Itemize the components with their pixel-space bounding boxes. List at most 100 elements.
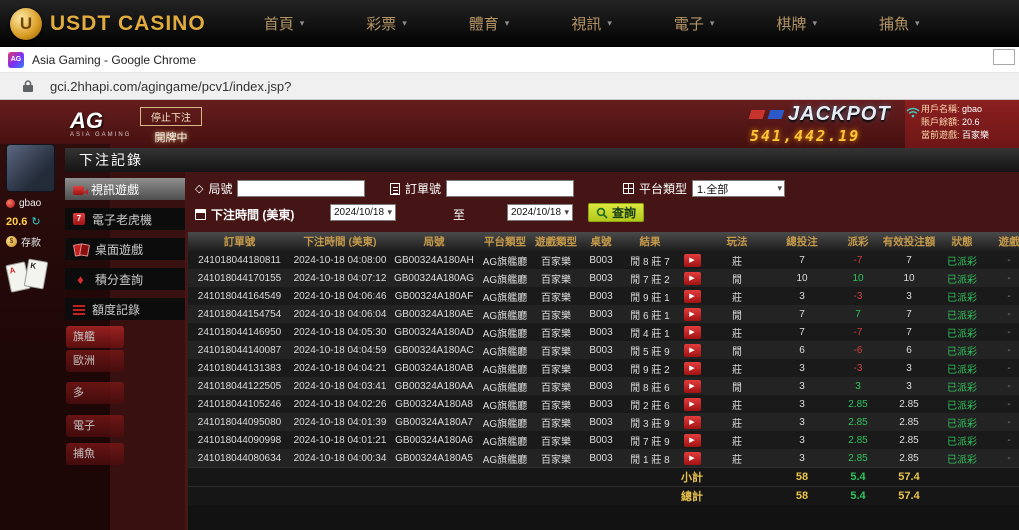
nav-item-1[interactable]: 彩票▾ bbox=[366, 13, 407, 34]
nav-item-5[interactable]: 棋牌▾ bbox=[776, 13, 817, 34]
cell-time: 2024-10-18 04:00:34 bbox=[291, 453, 389, 464]
avatar[interactable] bbox=[6, 144, 55, 192]
records-content: ◇ 局號 訂單號 平台類型 1 bbox=[185, 172, 1019, 530]
cell-order: 241018044080634 bbox=[188, 453, 291, 464]
date-from-picker[interactable]: 2024/10/18 ▾ bbox=[330, 204, 396, 221]
cell-table_no: B003 bbox=[581, 381, 621, 392]
table-total-row: 總計585.457.4 bbox=[188, 486, 1019, 505]
order-number-input[interactable] bbox=[446, 180, 574, 197]
cell-result: 閒 7 莊 2 bbox=[621, 271, 679, 286]
replay-button[interactable]: ▶ bbox=[684, 416, 701, 429]
cell-game: 百家樂 bbox=[531, 271, 581, 286]
cell-order: 241018044122505 bbox=[188, 381, 291, 392]
cell-round: GB00324A180AB bbox=[389, 363, 479, 374]
stop-betting-label: 停止下注 bbox=[140, 107, 202, 126]
replay-button[interactable]: ▶ bbox=[684, 362, 701, 375]
cell-extra: - bbox=[987, 363, 1019, 374]
chevron-down-icon: ▾ bbox=[710, 18, 715, 29]
col-header-4: 遊戲類型 bbox=[531, 234, 581, 249]
cell-platform: AG旗艦廳 bbox=[479, 271, 531, 286]
cell-time: 2024-10-18 04:01:21 bbox=[291, 435, 389, 446]
replay-button[interactable]: ▶ bbox=[684, 272, 701, 285]
menu-item-label: 積分查詢 bbox=[95, 271, 143, 288]
table-row: 2410180441645492024-10-18 04:06:46GB0032… bbox=[188, 287, 1019, 305]
records-table: 訂單號下注時間 (美東)局號平台類型遊戲類型桌號結果玩法總投注派彩有效投注額狀態… bbox=[188, 232, 1019, 530]
cell-order: 241018044095080 bbox=[188, 417, 291, 428]
cell-play: 莊 bbox=[705, 415, 769, 430]
bet-time-label: 下注時間 (美東) bbox=[211, 206, 294, 223]
round-number-input[interactable] bbox=[237, 180, 365, 197]
user-info-label: 用戶名稱: bbox=[921, 104, 962, 114]
replay-cell: ▶ bbox=[679, 308, 705, 321]
cell-play: 莊 bbox=[705, 451, 769, 466]
menu-item-3[interactable]: 積分查詢 bbox=[65, 268, 185, 290]
cell-game: 百家樂 bbox=[531, 397, 581, 412]
cell-table_no: B003 bbox=[581, 255, 621, 266]
cell-status: 已派彩 bbox=[937, 451, 987, 466]
chevron-down-icon: ▾ bbox=[300, 18, 305, 29]
refresh-balance-icon[interactable]: ↻ bbox=[31, 215, 40, 228]
replay-button[interactable]: ▶ bbox=[684, 254, 701, 267]
replay-button[interactable]: ▶ bbox=[684, 380, 701, 393]
nav-item-2[interactable]: 體育▾ bbox=[469, 13, 510, 34]
chevron-down-icon: ▾ bbox=[777, 183, 782, 194]
subtotal-bet: 58 bbox=[769, 471, 835, 483]
site-header: U USDT CASINO 首頁▾彩票▾體育▾視訊▾電子▾棋牌▾捕魚▾ bbox=[0, 0, 1019, 47]
cell-status: 已派彩 bbox=[937, 343, 987, 358]
table-row: 2410180441547542024-10-18 04:06:04GB0032… bbox=[188, 305, 1019, 323]
date-to-picker[interactable]: 2024/10/18 ▾ bbox=[507, 204, 573, 221]
total-valid: 57.4 bbox=[881, 490, 937, 502]
cell-valid: 3 bbox=[881, 291, 937, 302]
replay-button[interactable]: ▶ bbox=[684, 398, 701, 411]
cell-time: 2024-10-18 04:06:04 bbox=[291, 309, 389, 320]
cell-time: 2024-10-18 04:03:41 bbox=[291, 381, 389, 392]
nav-item-0[interactable]: 首頁▾ bbox=[264, 13, 305, 34]
video-icon bbox=[73, 186, 84, 195]
replay-cell: ▶ bbox=[679, 380, 705, 393]
window-control-box[interactable] bbox=[993, 49, 1015, 65]
user-info-value: gbao bbox=[962, 104, 982, 114]
cell-payout: -3 bbox=[835, 291, 881, 302]
magnifier-icon bbox=[596, 207, 608, 219]
search-button[interactable]: 查詢 bbox=[588, 203, 644, 222]
replay-button[interactable]: ▶ bbox=[684, 452, 701, 465]
records-menu: 視訊遊戲電子老虎機桌面遊戲積分查詢額度記錄 bbox=[65, 178, 185, 328]
menu-item-1[interactable]: 電子老虎機 bbox=[65, 208, 185, 230]
replay-button[interactable]: ▶ bbox=[684, 326, 701, 339]
platform-select[interactable]: 1.全部 ▾ bbox=[692, 180, 785, 197]
menu-item-4[interactable]: 額度記錄 bbox=[65, 298, 185, 320]
cell-time: 2024-10-18 04:05:30 bbox=[291, 327, 389, 338]
cell-platform: AG旗艦廳 bbox=[479, 343, 531, 358]
replay-button[interactable]: ▶ bbox=[684, 308, 701, 321]
table-row: 2410180441400872024-10-18 04:04:59GB0032… bbox=[188, 341, 1019, 359]
balance-value: 20.6 bbox=[6, 216, 27, 228]
table-subtotal-row: 小計585.457.4 bbox=[188, 467, 1019, 486]
replay-button[interactable]: ▶ bbox=[684, 434, 701, 447]
cell-valid: 7 bbox=[881, 327, 937, 338]
nav-item-3[interactable]: 視訊▾ bbox=[571, 13, 612, 34]
col-header-2: 局號 bbox=[389, 234, 479, 249]
round-number-label: 局號 bbox=[208, 180, 232, 197]
url-bar[interactable]: gci.2hhapi.com/agingame/pcv1/index.jsp? bbox=[0, 73, 1019, 100]
cell-payout: -7 bbox=[835, 255, 881, 266]
cell-order: 241018044164549 bbox=[188, 291, 291, 302]
cell-order: 241018044180811 bbox=[188, 255, 291, 266]
lock-icon[interactable] bbox=[22, 79, 34, 93]
cell-table_no: B003 bbox=[581, 435, 621, 446]
ag-logo: AG ASIA GAMING bbox=[70, 110, 131, 138]
cell-round: GB00324A180AG bbox=[389, 273, 479, 284]
nav-item-4[interactable]: 電子▾ bbox=[674, 13, 715, 34]
menu-item-2[interactable]: 桌面遊戲 bbox=[65, 238, 185, 260]
cell-extra: - bbox=[987, 327, 1019, 338]
menu-item-0[interactable]: 視訊遊戲 bbox=[65, 178, 185, 200]
cell-round: GB00324A180AH bbox=[389, 255, 479, 266]
cell-table_no: B003 bbox=[581, 453, 621, 464]
replay-button[interactable]: ▶ bbox=[684, 344, 701, 357]
cell-round: GB00324A180A7 bbox=[389, 417, 479, 428]
modal-body: 視訊遊戲電子老虎機桌面遊戲積分查詢額度記錄 ◇ 局號 訂單號 bbox=[65, 172, 1019, 530]
nav-item-6[interactable]: 捕魚▾ bbox=[879, 13, 920, 34]
cell-platform: AG旗艦廳 bbox=[479, 451, 531, 466]
subtotal-valid: 57.4 bbox=[881, 471, 937, 483]
cell-table_no: B003 bbox=[581, 417, 621, 428]
replay-button[interactable]: ▶ bbox=[684, 290, 701, 303]
